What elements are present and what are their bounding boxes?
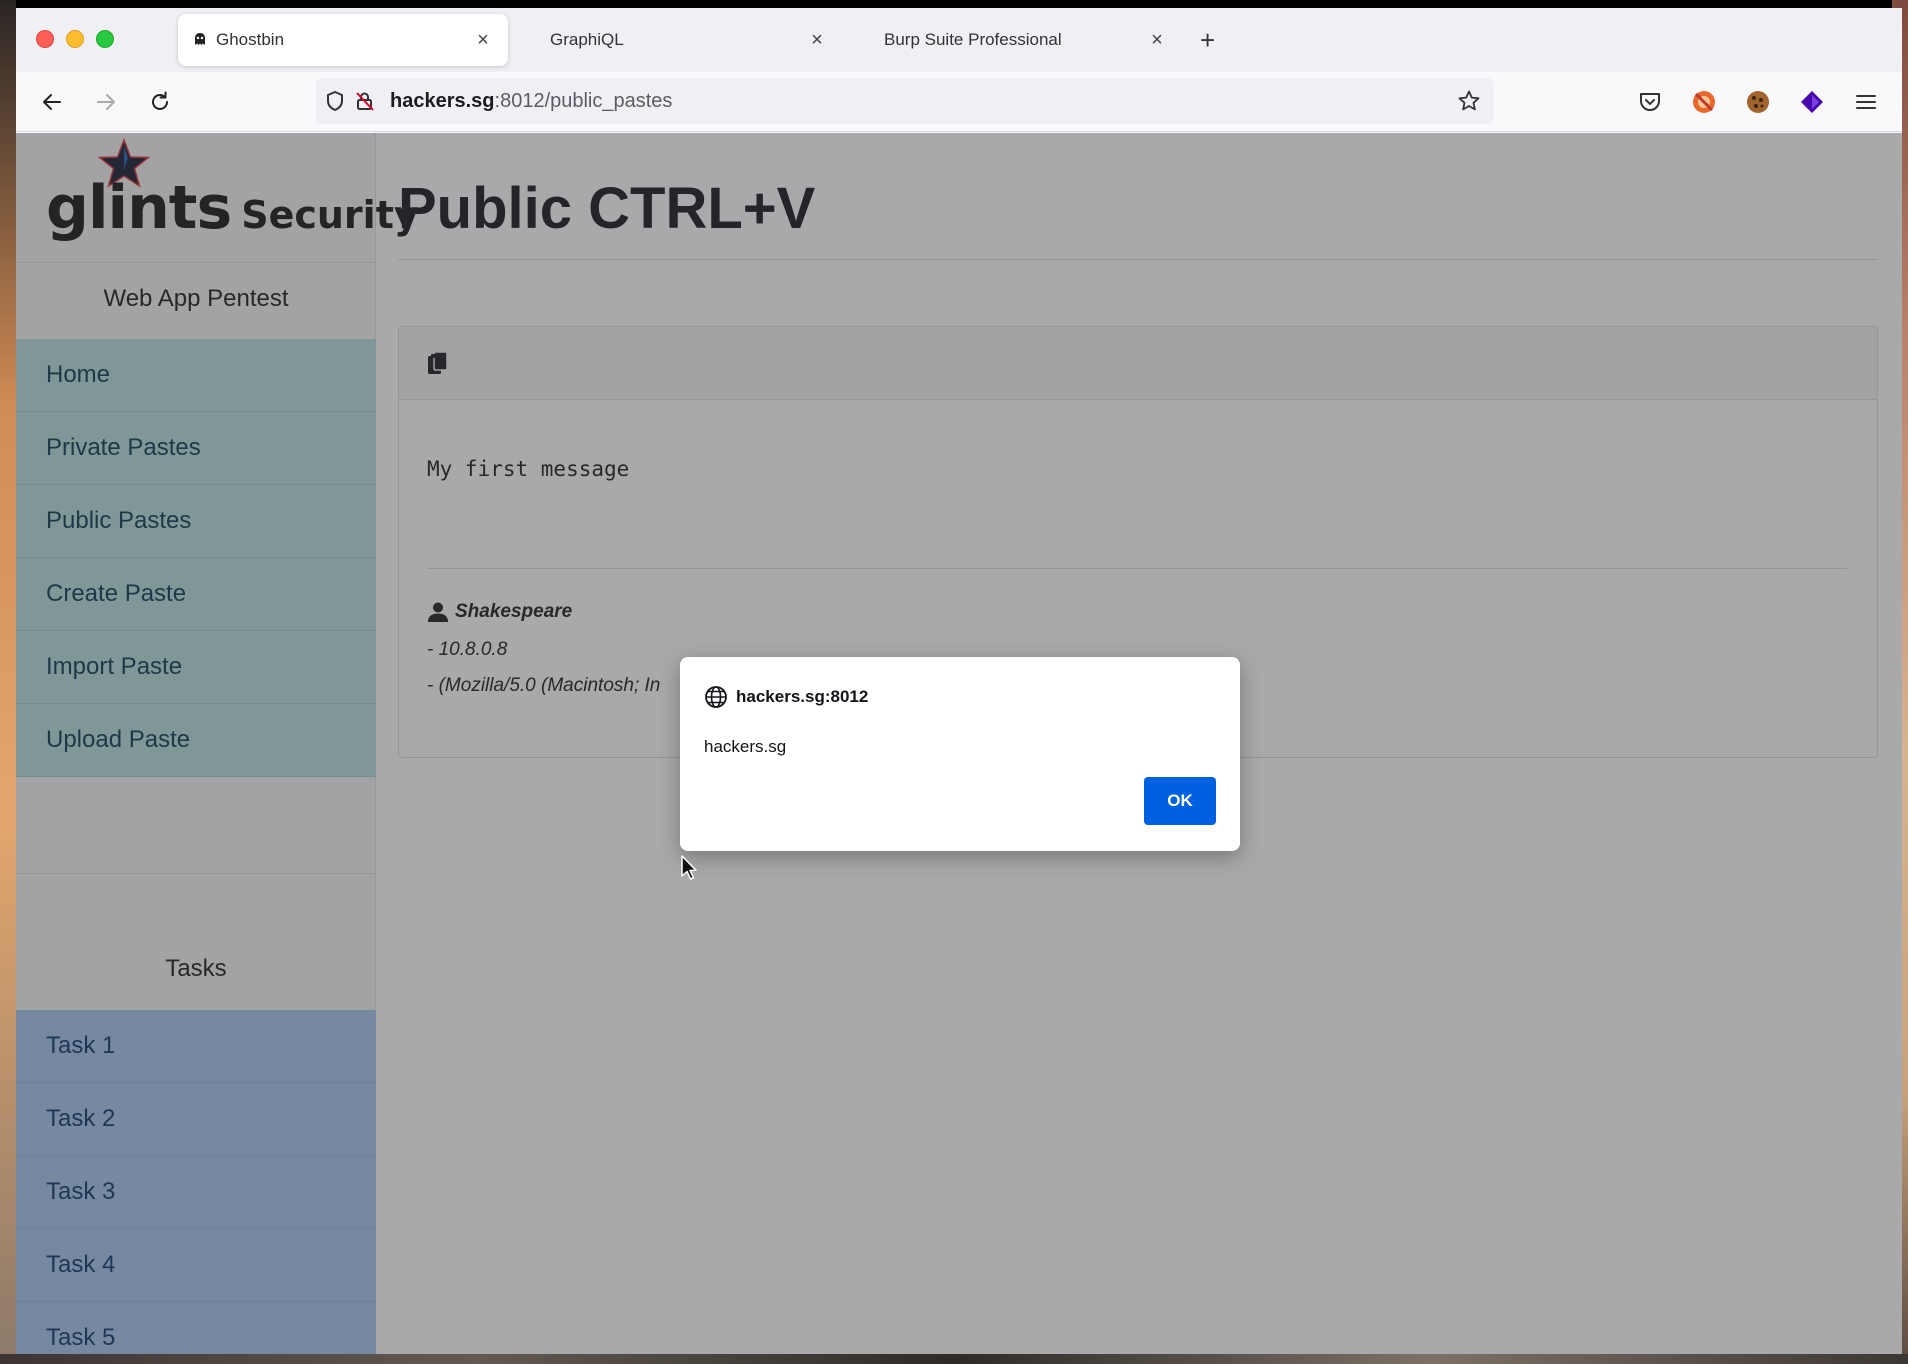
url-text[interactable]: hackers.sg:8012/public_pastes bbox=[390, 90, 672, 113]
ok-button[interactable]: OK bbox=[1144, 777, 1216, 825]
tab-ghostbin[interactable]: Ghostbin × bbox=[178, 14, 508, 66]
cookie-icon[interactable] bbox=[1744, 88, 1772, 116]
close-window-button[interactable] bbox=[36, 30, 54, 48]
close-icon[interactable]: × bbox=[1146, 29, 1168, 51]
bookmark-star-icon[interactable] bbox=[1454, 86, 1484, 116]
zoom-window-button[interactable] bbox=[96, 30, 114, 48]
browser-window: Ghostbin × GraphiQL × Burp Suite Profess… bbox=[16, 8, 1902, 1354]
ghost-icon bbox=[192, 32, 208, 48]
hamburger-menu-icon[interactable] bbox=[1852, 88, 1880, 116]
desktop-wallpaper-bottom bbox=[0, 1354, 1908, 1364]
close-icon[interactable]: × bbox=[806, 29, 828, 51]
desktop-wallpaper-left bbox=[0, 0, 16, 1364]
url-path: :8012/public_pastes bbox=[494, 89, 673, 112]
dialog-message: hackers.sg bbox=[704, 737, 787, 756]
page-viewport: glints Security Web App Pentest Home Priv… bbox=[16, 133, 1902, 1354]
insecure-lock-icon[interactable] bbox=[350, 86, 380, 116]
reload-icon[interactable] bbox=[144, 86, 176, 118]
tab-favicon bbox=[526, 32, 542, 48]
tab-title: Ghostbin bbox=[216, 30, 285, 49]
globe-icon bbox=[705, 686, 727, 708]
minimize-window-button[interactable] bbox=[66, 30, 84, 48]
shield-icon[interactable] bbox=[320, 86, 350, 116]
tab-title: Burp Suite Professional bbox=[884, 30, 1062, 49]
alert-dialog: hackers.sg:8012 hackers.sg OK bbox=[680, 657, 1240, 851]
tab-title: GraphiQL bbox=[550, 30, 624, 49]
url-host: hackers.sg bbox=[390, 89, 495, 112]
dialog-origin-text: hackers.sg:8012 bbox=[736, 687, 869, 706]
tab-strip: Ghostbin × GraphiQL × Burp Suite Profess… bbox=[16, 8, 1902, 72]
pocket-icon[interactable] bbox=[1636, 88, 1664, 116]
dialog-origin: hackers.sg:8012 bbox=[704, 685, 868, 709]
foxyproxy-icon[interactable] bbox=[1690, 88, 1718, 116]
address-bar[interactable]: hackers.sg:8012/public_pastes bbox=[316, 78, 1494, 124]
tab-graphiql[interactable]: GraphiQL × bbox=[512, 14, 842, 66]
new-tab-plus-icon[interactable]: + bbox=[1200, 27, 1215, 53]
forward-arrow-icon[interactable] bbox=[90, 86, 122, 118]
tab-favicon bbox=[860, 32, 876, 48]
tab-burp-suite[interactable]: Burp Suite Professional × bbox=[846, 14, 1182, 66]
wappalyzer-icon[interactable] bbox=[1798, 88, 1826, 116]
back-arrow-icon[interactable] bbox=[36, 86, 68, 118]
mouse-pointer-icon bbox=[681, 855, 697, 880]
navigation-bar: hackers.sg:8012/public_pastes bbox=[16, 72, 1902, 132]
screen-top-edge bbox=[0, 0, 1908, 8]
close-icon[interactable]: × bbox=[472, 29, 494, 51]
